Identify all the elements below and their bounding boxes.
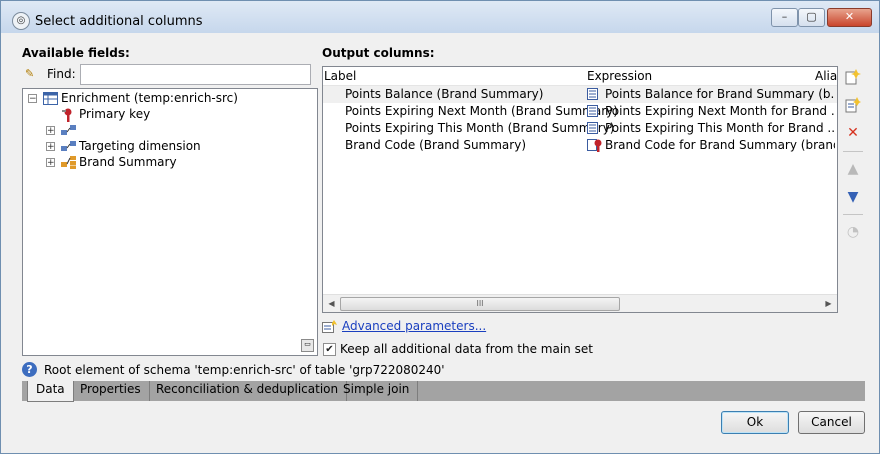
advanced-parameters-icon xyxy=(322,320,338,337)
minimize-button[interactable]: – xyxy=(771,8,798,27)
window-title: Select additional columns xyxy=(35,14,203,29)
column-header-label[interactable]: Label xyxy=(324,69,356,83)
tab-reconciliation-deduplication[interactable]: Reconciliation & deduplication xyxy=(148,381,348,401)
maximize-button[interactable]: ▢ xyxy=(798,8,825,27)
column-header-alias[interactable]: Alias xyxy=(815,69,837,83)
tree-item-label: Targeting dimension xyxy=(79,139,201,153)
tree-item-label: Brand Summary xyxy=(79,155,177,169)
link-icon xyxy=(61,140,77,154)
scroll-left-icon[interactable]: ◀ xyxy=(325,297,338,310)
expression-icon xyxy=(587,122,598,134)
output-columns-grid[interactable]: Label Expression Alias Points Balance (B… xyxy=(322,66,838,313)
row-label: Points Expiring Next Month (Brand Summar… xyxy=(345,104,618,118)
tree-item-targeting-dimension[interactable]: Targeting dimension xyxy=(61,138,201,154)
tree-item-label: Primary key xyxy=(79,107,151,121)
tab-bar: Data Properties Reconciliation & dedupli… xyxy=(22,381,865,402)
app-icon: ◎ xyxy=(12,12,30,30)
find-input[interactable] xyxy=(80,64,311,85)
expression-icon xyxy=(587,88,598,100)
edit-column-icon[interactable] xyxy=(844,97,862,115)
move-up-icon[interactable]: ▲ xyxy=(844,160,862,178)
title-bar[interactable]: ◎ Select additional columns – ▢ ✕ xyxy=(1,1,879,33)
collection-link-icon xyxy=(61,155,77,170)
tree-expander[interactable]: − xyxy=(28,94,37,104)
close-button[interactable]: ✕ xyxy=(827,8,872,27)
scrollbar-thumb[interactable]: III xyxy=(340,297,620,311)
status-text: Root element of schema 'temp:enrich-src'… xyxy=(44,363,445,377)
move-down-icon[interactable]: ▼ xyxy=(844,188,862,206)
table-icon xyxy=(43,91,59,106)
tree-item-primary-key[interactable]: Primary key xyxy=(61,106,150,122)
help-icon: ? xyxy=(22,362,37,377)
toolbar-divider xyxy=(843,151,863,152)
scroll-right-icon[interactable]: ▶ xyxy=(822,297,835,310)
tree-item-label: Enrichment (temp:enrich-src) xyxy=(61,91,238,105)
tab-properties[interactable]: Properties xyxy=(72,381,150,401)
tree-item-brand-summary[interactable]: Brand Summary xyxy=(61,154,177,170)
add-column-icon[interactable] xyxy=(844,69,862,87)
tab-data[interactable]: Data xyxy=(27,381,74,402)
table-row[interactable]: Brand Code (Brand Summary) Brand Code fo… xyxy=(323,137,837,154)
row-label: Points Expiring This Month (Brand Summar… xyxy=(345,121,615,135)
link-icon xyxy=(61,124,77,138)
ok-button[interactable]: Ok xyxy=(721,411,789,434)
row-expression: Brand Code for Brand Summary (brandS xyxy=(605,138,835,152)
row-label: Brand Code (Brand Summary) xyxy=(345,138,527,152)
tree-expander[interactable]: + xyxy=(46,158,55,168)
find-icon: ✎ xyxy=(25,67,35,80)
tree-resize-icon[interactable]: ▭ xyxy=(301,339,314,352)
dialog-window: ◎ Select additional columns – ▢ ✕ Availa… xyxy=(0,0,880,454)
column-header-expression[interactable]: Expression xyxy=(587,69,652,83)
advanced-parameters-link[interactable]: Advanced parameters... xyxy=(342,319,486,333)
tree-expander[interactable]: + xyxy=(46,142,55,152)
row-expression: Points Expiring Next Month for Brand ... xyxy=(605,104,835,118)
tab-simple-join[interactable]: Simple join xyxy=(335,381,419,401)
row-expression: Points Balance for Brand Summary (b... xyxy=(605,87,835,101)
row-label: Points Balance (Brand Summary) xyxy=(345,87,544,101)
key-expression-icon xyxy=(587,139,602,152)
available-fields-heading: Available fields: xyxy=(22,46,130,60)
tree-item-link[interactable] xyxy=(61,122,79,138)
keep-data-label[interactable]: Keep all additional data from the main s… xyxy=(340,342,593,356)
cancel-button[interactable]: Cancel xyxy=(798,411,865,434)
horizontal-scrollbar[interactable]: ◀ III ▶ xyxy=(323,294,837,312)
tree-expander[interactable]: + xyxy=(46,126,55,136)
table-row[interactable]: Points Balance (Brand Summary) Points Ba… xyxy=(323,86,837,103)
keep-data-checkbox[interactable]: ✔ xyxy=(323,343,336,356)
delete-icon[interactable]: ✕ xyxy=(844,124,862,142)
output-columns-heading: Output columns: xyxy=(322,46,435,60)
table-row[interactable]: Points Expiring Next Month (Brand Summar… xyxy=(323,103,837,120)
expression-icon xyxy=(587,105,598,117)
tree-item-enrichment[interactable]: Enrichment (temp:enrich-src) xyxy=(43,90,238,106)
row-expression: Points Expiring This Month for Brand ... xyxy=(605,121,835,135)
grid-header: Label Expression Alias xyxy=(323,67,837,86)
available-fields-tree[interactable]: − Enrichment (temp:enrich-src) Primary k… xyxy=(22,88,318,356)
primary-key-icon xyxy=(61,108,77,122)
table-row[interactable]: Points Expiring This Month (Brand Summar… xyxy=(323,120,837,137)
find-label: Find: xyxy=(47,67,76,81)
sort-icon[interactable]: ◔ xyxy=(844,223,862,241)
toolbar-divider xyxy=(843,214,863,215)
